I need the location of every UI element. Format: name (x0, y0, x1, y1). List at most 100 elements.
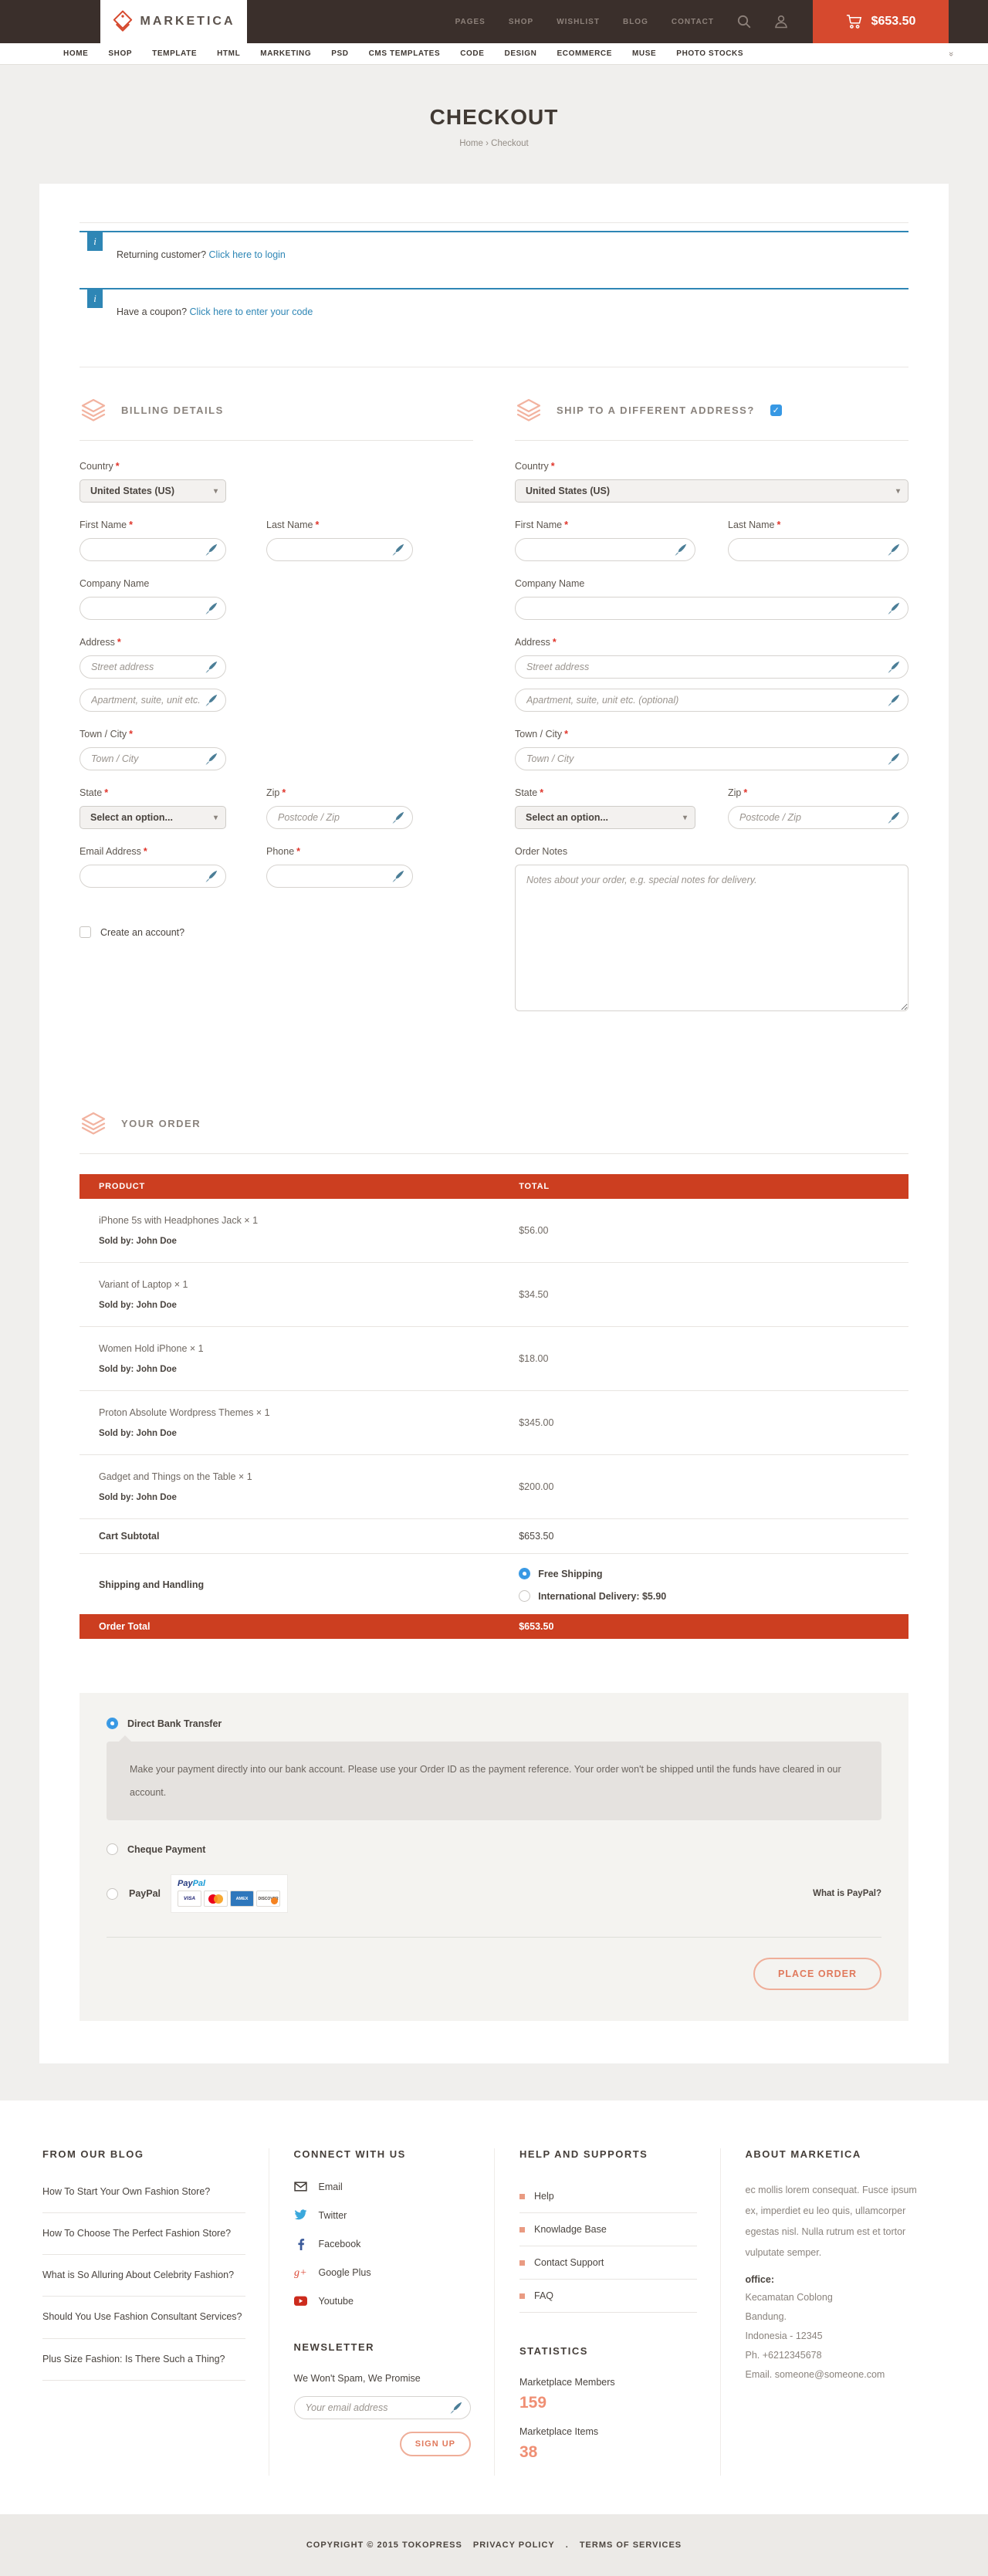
shipping-state-select[interactable]: Select an option... ▾ (515, 806, 695, 829)
product-name: Variant of Laptop × 1 (99, 1279, 519, 1290)
breadcrumb-home[interactable]: Home (459, 139, 483, 148)
billing-town-input[interactable] (80, 747, 226, 770)
radio-icon[interactable] (107, 1888, 118, 1900)
nav-item-cms-templates[interactable]: CMS TEMPLATES (369, 49, 441, 58)
pen-icon (205, 753, 218, 765)
what-is-paypal-link[interactable]: What is PayPal? (813, 1889, 881, 1898)
shipping-option-free[interactable]: Free Shipping (519, 1568, 908, 1579)
shipping-street-input[interactable] (515, 655, 908, 679)
radio-icon[interactable] (519, 1590, 530, 1602)
billing-section: BILLING DETAILS Country* United States (… (80, 398, 473, 1031)
shipping-last-name-input[interactable] (728, 538, 908, 561)
order-review-section: YOUR ORDER PRODUCT TOTAL iPhone 5s with … (80, 1112, 908, 2021)
billing-email-input[interactable] (80, 865, 226, 888)
signup-button[interactable]: SIGN UP (400, 2432, 471, 2456)
user-icon[interactable] (774, 15, 788, 29)
nav-item-psd[interactable]: PSD (331, 49, 348, 58)
nav-item-html[interactable]: HTML (217, 49, 240, 58)
topnav-item-blog[interactable]: BLOG (623, 18, 648, 26)
billing-first-name-input[interactable] (80, 538, 226, 561)
blog-post-link[interactable]: What is So Alluring About Celebrity Fash… (42, 2255, 245, 2297)
top-nav: PAGES SHOP WISHLIST BLOG CONTACT (455, 0, 788, 43)
nav-item-design[interactable]: DESIGN (505, 49, 537, 58)
product-total: $34.50 (519, 1289, 908, 1300)
topnav-item-contact[interactable]: CONTACT (672, 18, 714, 26)
statistics-heading: STATISTICS (519, 2345, 697, 2357)
ship-different-checkbox[interactable]: ✓ (770, 405, 782, 416)
topnav-item-shop[interactable]: SHOP (509, 18, 533, 26)
product-total: $18.00 (519, 1353, 908, 1364)
required-mark: * (540, 787, 543, 798)
topnav-item-pages[interactable]: PAGES (455, 18, 486, 26)
topnav-item-wishlist[interactable]: WISHLIST (557, 18, 600, 26)
shipping-country-select[interactable]: United States (US) ▾ (515, 479, 908, 503)
social-link-google-plus[interactable]: Google Plus (294, 2266, 472, 2279)
social-link-facebook[interactable]: Facebook (294, 2237, 472, 2250)
create-account-label: Create an account? (100, 927, 184, 938)
billing-country-select[interactable]: United States (US) ▾ (80, 479, 226, 503)
nav-item-home[interactable]: HOME (63, 49, 88, 58)
blog-post-link[interactable]: Plus Size Fashion: Is There Such a Thing… (42, 2339, 245, 2381)
blog-post-link[interactable]: How To Choose The Perfect Fashion Store? (42, 2213, 245, 2255)
blog-post-link[interactable]: How To Start Your Own Fashion Store? (42, 2180, 245, 2213)
help-link[interactable]: FAQ (519, 2280, 697, 2313)
newsletter-email-input[interactable] (294, 2396, 472, 2419)
help-link[interactable]: Contact Support (519, 2246, 697, 2280)
social-link-youtube[interactable]: Youtube (294, 2294, 472, 2307)
shipping-town-input[interactable] (515, 747, 908, 770)
nav-item-photo-stocks[interactable]: PHOTO STOCKS (676, 49, 743, 58)
order-heading: YOUR ORDER (121, 1118, 201, 1129)
payment-method-cheque[interactable]: Cheque Payment (107, 1843, 881, 1855)
privacy-policy-link[interactable]: PRIVACY POLICY (473, 2540, 555, 2550)
address-line: Bandung. (746, 2307, 923, 2327)
billing-state-select[interactable]: Select an option... ▾ (80, 806, 226, 829)
bullet-icon (519, 2194, 525, 2199)
radio-icon[interactable] (107, 1843, 118, 1855)
payment-method-bank-transfer[interactable]: Direct Bank Transfer (107, 1718, 881, 1729)
shipping-apartment-input[interactable] (515, 689, 908, 712)
shipping-company-input[interactable] (515, 597, 908, 620)
billing-company-input[interactable] (80, 597, 226, 620)
order-notes-textarea[interactable] (515, 865, 908, 1011)
cart-button[interactable]: $653.50 (813, 0, 949, 43)
billing-apartment-input[interactable] (80, 689, 226, 712)
nav-item-code[interactable]: CODE (460, 49, 484, 58)
billing-address-field: Address* (80, 637, 473, 712)
nav-more-icon[interactable]: » (946, 51, 956, 56)
shipping-country-field: Country* United States (US) ▾ (515, 461, 908, 503)
search-icon[interactable] (737, 15, 751, 29)
billing-state-label: State (80, 787, 102, 798)
nav-item-marketing[interactable]: MARKETING (260, 49, 311, 58)
blog-post-link[interactable]: Should You Use Fashion Consultant Servic… (42, 2297, 245, 2338)
nav-item-template[interactable]: TEMPLATE (152, 49, 197, 58)
radio-selected-icon[interactable] (107, 1718, 118, 1729)
create-account-checkbox[interactable] (80, 926, 91, 938)
help-link[interactable]: Help (519, 2180, 697, 2213)
shipping-company-label: Company Name (515, 578, 908, 589)
place-order-button[interactable]: PLACE ORDER (753, 1958, 881, 1990)
billing-street-input[interactable] (80, 655, 226, 679)
product-name: Proton Absolute Wordpress Themes × 1 (99, 1407, 519, 1418)
terms-link[interactable]: TERMS OF SERVICES (580, 2540, 682, 2550)
login-link[interactable]: Click here to login (209, 249, 286, 260)
nav-item-ecommerce[interactable]: ECOMMERCE (557, 49, 612, 58)
footer-about-column: ABOUT MARKETICA ec mollis lorem consequa… (720, 2148, 946, 2476)
coupon-link[interactable]: Click here to enter your code (190, 306, 313, 317)
shipping-first-name-input[interactable] (515, 538, 695, 561)
social-label: Facebook (319, 2239, 361, 2249)
payment-method-paypal[interactable]: PayPal PayPal VISA AMEX DISCOVER What is… (107, 1875, 881, 1912)
social-link-twitter[interactable]: Twitter (294, 2209, 472, 2222)
nav-item-shop[interactable]: SHOP (108, 49, 132, 58)
product-seller: Sold by: John Doe (99, 1237, 519, 1246)
radio-selected-icon[interactable] (519, 1568, 530, 1579)
social-link-email[interactable]: Email (294, 2180, 472, 2193)
shipping-option-international[interactable]: International Delivery: $5.90 (519, 1590, 908, 1602)
nav-item-muse[interactable]: MUSE (632, 49, 656, 58)
help-link[interactable]: Knowladge Base (519, 2213, 697, 2246)
shipping-zip-input[interactable] (728, 806, 908, 829)
logo[interactable]: MARKETICA (100, 0, 247, 43)
stat-items-value: 38 (519, 2443, 697, 2462)
billing-phone-input[interactable] (266, 865, 413, 888)
billing-zip-input[interactable] (266, 806, 413, 829)
billing-last-name-input[interactable] (266, 538, 413, 561)
